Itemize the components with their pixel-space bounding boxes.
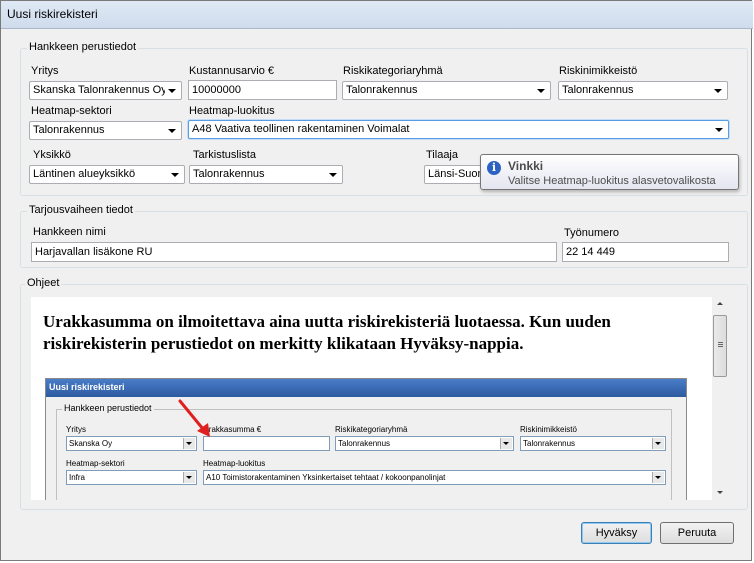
checklist-select[interactable]: Talonrakennus [189,165,343,184]
heat-sector-label: Heatmap-sektori [31,105,112,117]
mini-class-select: A10 Toimistorakentaminen Yksinkertaiset … [203,470,666,485]
mini-company-value: Skanska Oy [69,439,113,448]
client-value: Länsi-Suom [428,168,487,180]
mini-risknames-label: Riskinimikkeistö [520,425,577,434]
work-number-label: Työnumero [564,227,620,239]
riskcat-select[interactable]: Talonrakennus [342,81,551,100]
mini-sector-value: Infra [69,473,86,482]
company-label: Yritys [31,65,59,77]
mini-sector-label: Heatmap-sektori [66,459,125,468]
heat-class-label: Heatmap-luokitus [189,105,275,117]
chevron-down-icon [711,84,725,97]
unit-label: Yksikkö [33,149,71,161]
risknames-select[interactable]: Talonrakennus [558,81,728,100]
chevron-down-icon [712,123,726,136]
chevron-down-icon [534,84,548,97]
cost-label: Kustannusarvio € [189,65,274,77]
work-number-input[interactable]: 22 14 449 [562,242,729,262]
mini-riskcat-value: Talonrakennus [338,439,391,448]
company-value: Skanska Talonrakennus Oy [33,84,165,96]
red-arrow-icon [178,399,210,437]
work-number-value: 22 14 449 [566,246,615,258]
help-screenshot-title: Uusi riskirekisteri [49,382,125,392]
chevron-down-icon [165,124,179,137]
project-name-label: Hankkeen nimi [33,226,106,238]
chevron-down-icon [652,472,664,483]
mini-company-label: Yritys [66,425,86,434]
project-name-value: Harjavallan lisäkone RU [35,246,153,258]
cost-value: 10000000 [192,84,241,96]
help-group-title: Ohjeet [25,277,62,289]
tender-group-title: Tarjousvaiheen tiedot [27,204,135,216]
mini-risknames-select: Talonrakennus [520,436,666,451]
mini-sum-input [203,436,330,451]
mini-risknames-value: Talonrakennus [523,439,576,448]
scroll-up-icon[interactable] [712,297,729,311]
help-heading: Urakkasumma on ilmoitettava aina uutta r… [43,312,611,353]
help-content: Urakkasumma on ilmoitettava aina uutta r… [31,297,728,500]
help-screenshot-titlebar: Uusi riskirekisteri [46,379,686,397]
project-name-input[interactable]: Harjavallan lisäkone RU [31,242,557,262]
mini-riskcat-select: Talonrakennus [335,436,514,451]
heat-sector-value: Talonrakennus [33,124,105,136]
company-select[interactable]: Skanska Talonrakennus Oy [29,81,182,100]
chevron-down-icon [652,438,664,449]
info-icon: i [487,161,501,175]
chevron-down-icon [183,472,195,483]
chevron-down-icon [165,84,179,97]
mini-class-value: A10 Toimistorakentaminen Yksinkertaiset … [206,473,446,482]
tooltip-text: Valitse Heatmap-luokitus alasvetovalikos… [508,175,716,187]
help-screenshot-group-title: Hankkeen perustiedot [62,403,154,413]
dialog-window: Uusi riskirekisteri Hankkeen perustiedot… [0,0,753,561]
cancel-button[interactable]: Peruuta [660,522,734,544]
chevron-down-icon [326,168,340,181]
riskcat-label: Riskikategoriaryhmä [343,65,443,77]
client-label: Tilaaja [426,149,458,161]
heat-class-value: A48 Vaativa teollinen rakentaminen Voima… [192,123,410,135]
window-title: Uusi riskirekisteri [7,7,98,21]
mini-class-label: Heatmap-luokitus [203,459,266,468]
riskcat-value: Talonrakennus [346,84,418,96]
mini-riskcat-label: Riskikategoriaryhmä [335,425,408,434]
chevron-down-icon [500,438,512,449]
cost-input[interactable]: 10000000 [188,80,337,100]
risknames-label: Riskinimikkeistö [559,65,638,77]
scroll-thumb[interactable] [713,315,727,377]
help-scrollbar[interactable] [712,297,729,500]
unit-select[interactable]: Läntinen alueyksikkö [29,165,185,184]
help-screenshot: Uusi riskirekisteri Hankkeen perustiedot… [45,378,687,500]
title-bar[interactable]: Uusi riskirekisteri [1,1,753,29]
tooltip-title: Vinkki [508,159,544,173]
mini-sector-select: Infra [66,470,197,485]
help-screenshot-group: Hankkeen perustiedot [56,403,672,500]
basics-group-title: Hankkeen perustiedot [27,41,139,53]
risknames-value: Talonrakennus [562,84,634,96]
heat-class-select[interactable]: A48 Vaativa teollinen rakentaminen Voima… [188,120,729,139]
hint-tooltip: i Vinkki Valitse Heatmap-luokitus alasve… [480,154,739,190]
checklist-label: Tarkistuslista [193,149,256,161]
checklist-value: Talonrakennus [193,168,265,180]
chevron-down-icon [168,168,182,181]
heat-sector-select[interactable]: Talonrakennus [29,121,182,140]
scroll-down-icon[interactable] [712,486,729,500]
ok-button[interactable]: Hyväksy [581,522,652,544]
unit-value: Läntinen alueyksikkö [33,168,136,180]
